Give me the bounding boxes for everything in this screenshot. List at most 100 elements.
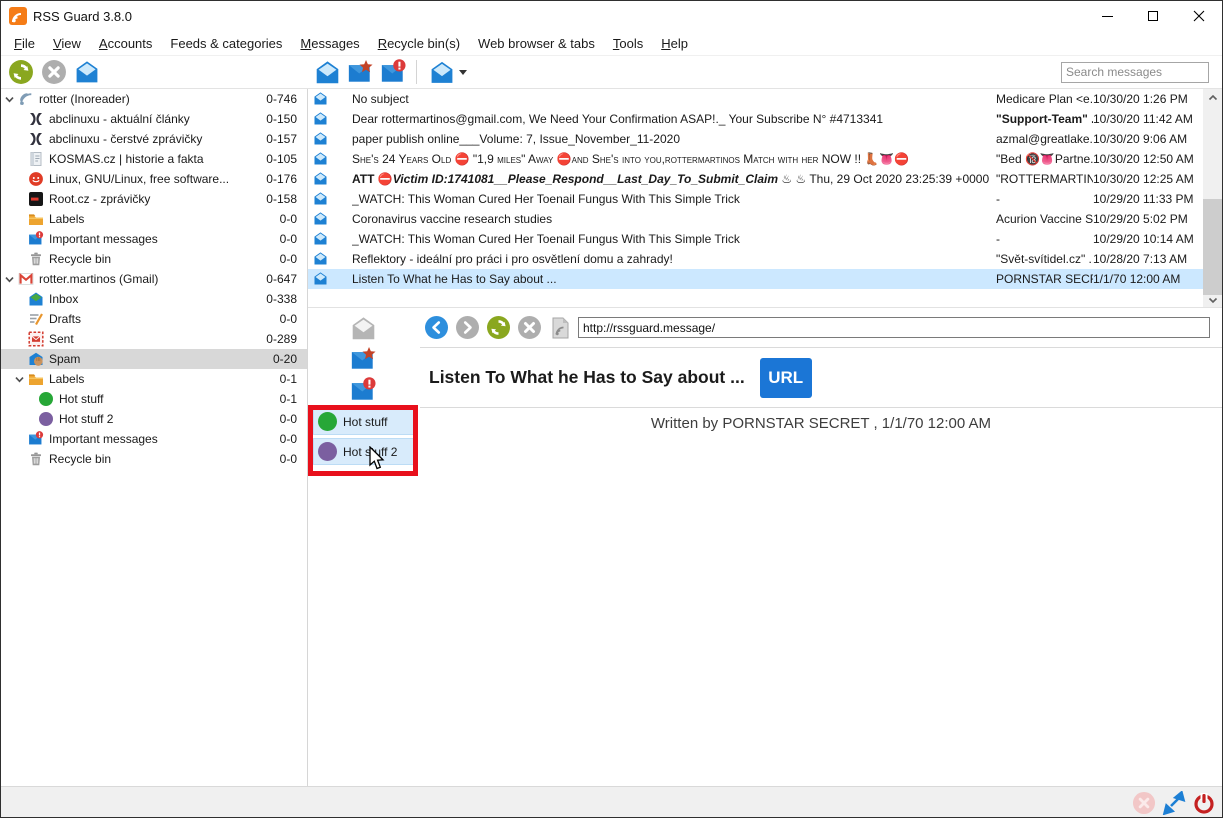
feed-row-drafts[interactable]: Drafts 0-0 xyxy=(1,309,307,329)
toggle-read-button[interactable] xyxy=(346,313,380,343)
feed-row-important-messages[interactable]: Important messages 0-0 xyxy=(1,429,307,449)
back-button[interactable] xyxy=(424,315,449,340)
chevron-expanded-icon[interactable] xyxy=(4,93,17,105)
search-input[interactable] xyxy=(1061,62,1209,83)
feed-label: KOSMAS.cz | historie a fakta xyxy=(49,152,266,166)
message-subject: ATT ⛔Victim ID:1741081__Please_Respond__… xyxy=(352,172,996,186)
message-row[interactable]: Coronavirus vaccine research studies Acu… xyxy=(308,209,1203,229)
toggle-importance-button[interactable] xyxy=(346,344,380,374)
message-row[interactable]: _WATCH: This Woman Cured Her Toenail Fun… xyxy=(308,229,1203,249)
switch-importance-button[interactable] xyxy=(346,58,374,86)
mark-selection-read-dropdown-button[interactable] xyxy=(426,58,470,86)
mark-important-button[interactable] xyxy=(346,375,380,405)
feed-row-spam[interactable]: Spam 0-20 xyxy=(1,349,307,369)
message-author: - xyxy=(996,232,1093,246)
kosmas-icon xyxy=(27,151,44,167)
message-row[interactable]: _WATCH: This Woman Cured Her Toenail Fun… xyxy=(308,189,1203,209)
chevron-spacer xyxy=(24,413,37,425)
message-date: 10/29/20 11:33 PM xyxy=(1093,192,1203,206)
message-title-strip: Listen To What he Has to Say about ... U… xyxy=(420,347,1222,408)
forward-button[interactable] xyxy=(455,315,480,340)
feed-row-root-cz-zpr-vi-ky[interactable]: Root.cz - zprávičky 0-158 xyxy=(1,189,307,209)
feed-row-hot-stuff-2[interactable]: Hot stuff 2 0-0 xyxy=(1,409,307,429)
message-row[interactable]: Listen To What he Has to Say about ... P… xyxy=(308,269,1203,289)
chevron-spacer xyxy=(14,133,27,145)
message-author: "Svět-svítidel.cz" ... xyxy=(996,252,1093,266)
message-author: Medicare Plan <e... xyxy=(996,92,1093,106)
minimize-icon[interactable] xyxy=(1084,1,1130,31)
menu-web-browser-tabs[interactable]: Web browser & tabs xyxy=(469,33,604,54)
maximize-icon[interactable] xyxy=(1130,1,1176,31)
mail-star-icon xyxy=(347,59,374,86)
menu-view[interactable]: View xyxy=(44,33,90,54)
label-toggle-hot-stuff-2[interactable]: Hot stuff 2 xyxy=(313,438,414,465)
menu-help[interactable]: Help xyxy=(652,33,697,54)
fullscreen-icon[interactable] xyxy=(1162,791,1186,815)
scroll-up-icon[interactable] xyxy=(1203,89,1222,106)
feed-row-hot-stuff[interactable]: Hot stuff 0-1 xyxy=(1,389,307,409)
chevron-spacer xyxy=(14,293,27,305)
forward-icon xyxy=(455,315,480,340)
mark-all-read-button[interactable] xyxy=(73,58,101,86)
stop-button[interactable] xyxy=(517,315,542,340)
chevron-spacer xyxy=(14,313,27,325)
menu-recycle-bin-s[interactable]: Recycle bin(s) xyxy=(369,33,469,54)
feed-row-abclinuxu-aktu-ln-l-nky[interactable]: abclinuxu - aktuální články 0-150 xyxy=(1,109,307,129)
feed-label: Sent xyxy=(49,332,266,346)
message-author: Acurion Vaccine S... xyxy=(996,212,1093,226)
message-row[interactable]: paper publish online___Volume: 7, Issue_… xyxy=(308,129,1203,149)
feed-label: Spam xyxy=(49,352,273,366)
message-row[interactable]: Reflektory - ideální pro práci i pro osv… xyxy=(308,249,1203,269)
feed-row-linux-gnu-linux-free-software[interactable]: Linux, GNU/Linux, free software... 0-176 xyxy=(1,169,307,189)
close-icon[interactable] xyxy=(1176,1,1222,31)
menu-tools[interactable]: Tools xyxy=(604,33,652,54)
feed-label: rotter (Inoreader) xyxy=(39,92,266,106)
message-list-scrollbar[interactable] xyxy=(1203,89,1222,308)
feed-row-sent[interactable]: Sent 0-289 xyxy=(1,329,307,349)
message-row[interactable]: No subject Medicare Plan <e... 10/30/20 … xyxy=(308,89,1203,109)
feed-label: abclinuxu - aktuální články xyxy=(49,112,266,126)
label-name: Hot stuff xyxy=(343,415,387,429)
feed-row-labels[interactable]: Labels 0-1 xyxy=(1,369,307,389)
feed-row-inbox[interactable]: Inbox 0-338 xyxy=(1,289,307,309)
menu-messages[interactable]: Messages xyxy=(291,33,368,54)
label-green-icon xyxy=(37,391,54,407)
message-row[interactable]: She's 24 Years Old ⛔ "1,9 miles" Away ⛔a… xyxy=(308,149,1203,169)
message-row[interactable]: Dear rottermartinos@gmail.com, We Need Y… xyxy=(308,109,1203,129)
feed-row-rotter-inoreader[interactable]: rotter (Inoreader) 0-746 xyxy=(1,89,307,109)
chevron-expanded-icon[interactable] xyxy=(14,373,27,385)
message-row[interactable]: ATT ⛔Victim ID:1741081__Please_Respond__… xyxy=(308,169,1203,189)
feed-row-kosmas-cz-historie-a-fakta[interactable]: KOSMAS.cz | historie a fakta 0-105 xyxy=(1,149,307,169)
message-subject: _WATCH: This Woman Cured Her Toenail Fun… xyxy=(352,232,996,246)
feed-row-labels[interactable]: Labels 0-0 xyxy=(1,209,307,229)
back-icon xyxy=(424,315,449,340)
feed-label: rotter.martinos (Gmail) xyxy=(39,272,266,286)
stop-running-tasks-button[interactable] xyxy=(40,58,68,86)
label-toggle-hot-stuff[interactable]: Hot stuff xyxy=(313,408,414,435)
url-input[interactable] xyxy=(578,317,1210,338)
menu-feeds-categories[interactable]: Feeds & categories xyxy=(161,33,291,54)
mark-important-read-button[interactable] xyxy=(379,58,407,86)
feed-row-important-messages[interactable]: Important messages 0-0 xyxy=(1,229,307,249)
chevron-spacer xyxy=(14,253,27,265)
spam-icon xyxy=(27,351,44,367)
menu-accounts[interactable]: Accounts xyxy=(90,33,161,54)
feed-row-recycle-bin[interactable]: Recycle bin 0-0 xyxy=(1,249,307,269)
mark-message-read-button[interactable] xyxy=(313,58,341,86)
menu-file[interactable]: File xyxy=(5,33,44,54)
scrollbar-thumb[interactable] xyxy=(1203,199,1222,295)
rss-guard-logo-icon xyxy=(9,7,27,25)
reload-button[interactable] xyxy=(486,315,511,340)
sync-all-button[interactable] xyxy=(7,58,35,86)
feed-row-abclinuxu-erstv-zpr-vi-ky[interactable]: abclinuxu - čerstvé zprávičky 0-157 xyxy=(1,129,307,149)
scroll-down-icon[interactable] xyxy=(1203,291,1222,308)
chevron-expanded-icon[interactable] xyxy=(4,273,17,285)
toolbar-separator xyxy=(416,60,417,84)
sync-icon xyxy=(8,59,34,85)
message-subject: Dear rottermartinos@gmail.com, We Need Y… xyxy=(352,112,996,126)
open-url-button[interactable]: URL xyxy=(760,358,812,398)
feed-row-recycle-bin[interactable]: Recycle bin 0-0 xyxy=(1,449,307,469)
feed-row-rotter-martinos-gmail[interactable]: rotter.martinos (Gmail) 0-647 xyxy=(1,269,307,289)
power-icon[interactable] xyxy=(1192,791,1216,815)
abclinuxu-icon xyxy=(27,111,44,127)
